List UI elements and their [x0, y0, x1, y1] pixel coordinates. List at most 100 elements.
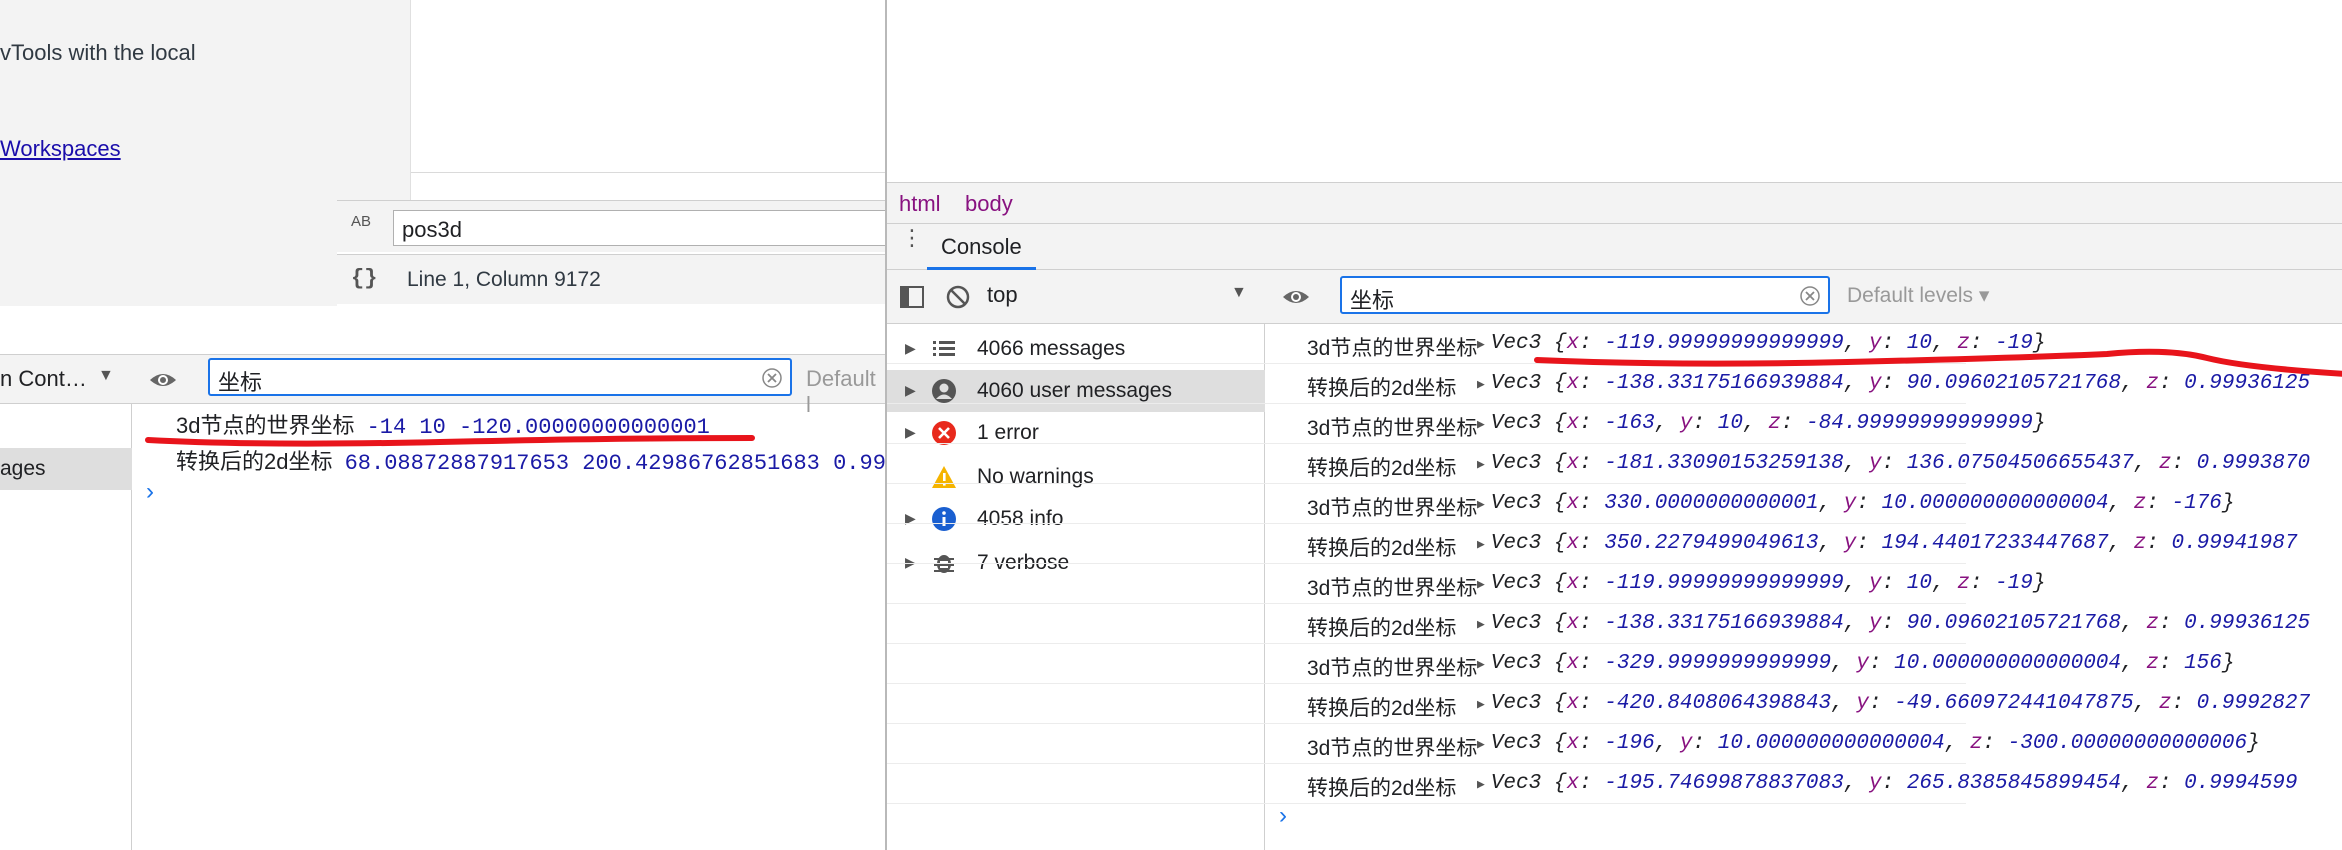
vec-z: -19 — [1995, 332, 2033, 355]
vec-y: -49.660972441047875 — [1894, 692, 2134, 715]
console-prompt[interactable]: › — [1279, 802, 1287, 830]
live-expression-eye-icon[interactable] — [1281, 286, 1311, 308]
log-object-preview[interactable]: ▶ Vec3 {x: -195.74699878837083, y: 265.83… — [1477, 772, 2298, 795]
workspace-hint-text: vTools with the local — [0, 40, 196, 65]
vec-x: -119.99999999999999 — [1604, 572, 1844, 595]
vec-x: -181.33090153259138 — [1604, 452, 1844, 475]
context-selector[interactable]: top — [987, 282, 1137, 308]
object-brace: } — [2032, 332, 2046, 355]
log-object-preview[interactable]: ▶ Vec3 {x: -420.8408064398843, y: -49.660… — [1477, 692, 2310, 715]
vec-z: 0.9994599 — [2184, 772, 2298, 795]
log-object-preview[interactable]: ▶ Vec3 {x: 330.0000000000001, y: 10.00000… — [1477, 492, 2235, 515]
log-object-preview[interactable]: ▶ Vec3 {x: -163, y: 10, z: -84.9999999999… — [1477, 412, 2045, 435]
vec-z: 0.99941987 — [2171, 532, 2298, 555]
vec-z: -19 — [1995, 572, 2033, 595]
left-eye-icon[interactable] — [148, 369, 178, 391]
console-log-row[interactable]: 3d节点的世界坐标 ▶ Vec3 {x: -196, y: 10.000000000… — [887, 724, 2260, 764]
log-object-preview[interactable]: ▶ Vec3 {x: 350.2279499049613, y: 194.4401… — [1477, 532, 2298, 555]
console-log-row[interactable]: 3d节点的世界坐标 ▶ Vec3 {x: -329.9999999999999, y… — [887, 644, 2234, 684]
object-brace: } — [2247, 732, 2260, 755]
expand-arrow-icon[interactable]: ▶ — [1477, 737, 1485, 752]
console-messages: 3d节点的世界坐标 ▶ Vec3 {x: -119.99999999999999, … — [887, 324, 2342, 850]
left-log-line: 转换后的2d坐标 68.08872887917653 200.429867628… — [176, 444, 885, 476]
left-sidebar-selected-item[interactable]: ages — [0, 448, 132, 490]
expand-arrow-icon[interactable]: ▶ — [1477, 697, 1485, 712]
log-label: 3d节点的世界坐标 — [1307, 737, 1478, 760]
vec-y: 10 — [1717, 412, 1743, 435]
vec-y: 90.09602105721768 — [1906, 612, 2122, 635]
expand-arrow-icon[interactable]: ▶ — [1477, 337, 1485, 352]
console-log-row[interactable]: 3d节点的世界坐标 ▶ Vec3 {x: -119.99999999999999, … — [887, 564, 2045, 604]
log-label: 转换后的2d坐标 — [1307, 777, 1457, 800]
log-object-preview[interactable]: ▶ Vec3 {x: -119.99999999999999, y: 10, z:… — [1477, 572, 2045, 595]
object-brace: } — [2221, 492, 2235, 515]
drawer-menu-icon[interactable]: ⋮ — [901, 227, 923, 249]
default-levels-dropdown[interactable]: Default levels ▾ — [1847, 283, 1989, 308]
vec-y: 10.000000000000004 — [1717, 732, 1945, 755]
console-log-row[interactable]: 转换后的2d坐标 ▶ Vec3 {x: -420.8408064398843, y:… — [887, 684, 2310, 724]
log-label: 转换后的2d坐标 — [1307, 617, 1457, 640]
tab-console[interactable]: Console — [927, 224, 1036, 270]
expand-arrow-icon[interactable]: ▶ — [1477, 577, 1485, 592]
left-default-levels[interactable]: Default l — [806, 366, 885, 418]
breadcrumb: html body — [887, 182, 2342, 224]
pretty-print-icon[interactable]: {} — [351, 266, 377, 291]
object-brace: } — [2032, 412, 2046, 435]
log-label: 3d节点的世界坐标 — [1307, 657, 1478, 680]
breadcrumb-html[interactable]: html — [899, 191, 941, 217]
log-object-preview[interactable]: ▶ Vec3 {x: -138.33175166939884, y: 90.096… — [1477, 372, 2310, 395]
left-filter-value: 坐标 — [218, 370, 263, 395]
console-log-row[interactable]: 转换后的2d坐标 ▶ Vec3 {x: -138.33175166939884, y… — [887, 364, 2310, 404]
expand-arrow-icon[interactable]: ▶ — [1477, 777, 1485, 792]
log-label: 转换后的2d坐标 — [176, 449, 333, 474]
elements-tree-panel[interactable] — [887, 0, 2342, 182]
vec-z: 0.99936125 — [2184, 372, 2311, 395]
expand-arrow-icon[interactable]: ▶ — [1477, 377, 1485, 392]
expand-arrow-icon[interactable]: ▶ — [1477, 417, 1485, 432]
left-context-selector[interactable]: n Cont… — [0, 366, 87, 392]
console-log-row[interactable]: 转换后的2d坐标 ▶ Vec3 {x: -181.33090153259138, y… — [887, 444, 2310, 484]
workspaces-link[interactable]: Workspaces — [0, 136, 121, 162]
console-log-row[interactable]: 转换后的2d坐标 ▶ Vec3 {x: -138.33175166939884, y… — [887, 604, 2310, 644]
match-case-icon[interactable]: AB — [351, 213, 371, 230]
vec-x: -119.99999999999999 — [1604, 332, 1844, 355]
left-search-input[interactable]: pos3d — [393, 210, 885, 246]
log-object-preview[interactable]: ▶ Vec3 {x: -196, y: 10.000000000000004, z… — [1477, 732, 2260, 755]
left-clear-filter-icon[interactable] — [762, 368, 782, 388]
log-label: 转换后的2d坐标 — [1307, 697, 1457, 720]
log-object-preview[interactable]: ▶ Vec3 {x: -119.99999999999999, y: 10, z:… — [1477, 332, 2045, 355]
log-object-preview[interactable]: ▶ Vec3 {x: -138.33175166939884, y: 90.096… — [1477, 612, 2310, 635]
log-label: 3d节点的世界坐标 — [1307, 417, 1478, 440]
expand-arrow-icon[interactable]: ▶ — [1477, 497, 1485, 512]
console-filter-input[interactable]: 坐标 — [1340, 276, 1830, 314]
console-log-row[interactable]: 3d节点的世界坐标 ▶ Vec3 {x: 330.0000000000001, y:… — [887, 484, 2235, 524]
expand-arrow-icon[interactable]: ▶ — [1477, 657, 1485, 672]
console-log-row[interactable]: 3d节点的世界坐标 ▶ Vec3 {x: -119.99999999999999, … — [887, 324, 2045, 364]
console-log-row[interactable]: 转换后的2d坐标 ▶ Vec3 {x: 350.2279499049613, y: … — [887, 524, 2298, 564]
left-code-editor[interactable] — [337, 0, 885, 200]
left-context-dropdown-icon[interactable]: ▼ — [98, 367, 114, 385]
expand-arrow-icon[interactable]: ▶ — [1477, 457, 1485, 472]
log-values: -14 10 -120.00000000000001 — [366, 415, 710, 440]
clear-filter-icon[interactable] — [1800, 286, 1820, 306]
context-dropdown-icon[interactable]: ▼ — [1231, 284, 1247, 302]
expand-arrow-icon[interactable]: ▶ — [1477, 617, 1485, 632]
drawer-tab-bar: ⋮ Console — [887, 224, 2342, 270]
breadcrumb-body[interactable]: body — [965, 191, 1013, 217]
expand-arrow-icon[interactable]: ▶ — [1477, 537, 1485, 552]
vec-x: -196 — [1604, 732, 1655, 755]
clear-console-icon[interactable] — [945, 284, 971, 310]
sidebar-toggle-icon[interactable] — [899, 284, 925, 310]
log-object-preview[interactable]: ▶ Vec3 {x: -181.33090153259138, y: 136.07… — [1477, 452, 2310, 475]
left-console-filter-input[interactable]: 坐标 — [208, 358, 792, 396]
console-log-row[interactable]: 3d节点的世界坐标 ▶ Vec3 {x: -163, y: 10, z: -84.9… — [887, 404, 2045, 444]
vec-z: 0.9993870 — [2196, 452, 2311, 475]
console-log-row[interactable]: 转换后的2d坐标 ▶ Vec3 {x: -195.74699878837083, y… — [887, 764, 2298, 804]
log-object-preview[interactable]: ▶ Vec3 {x: -329.9999999999999, y: 10.0000… — [1477, 652, 2234, 675]
left-log-line: 3d节点的世界坐标 -14 10 -120.00000000000001 — [176, 408, 710, 440]
left-sources-sidebar: vTools with the local Workspaces — [0, 0, 337, 306]
left-console-prompt[interactable]: › — [146, 478, 154, 506]
left-sidebar-item-label: ages — [0, 457, 46, 480]
vec-z: -300.00000000000006 — [2007, 732, 2248, 755]
vec-y: 90.09602105721768 — [1906, 372, 2122, 395]
